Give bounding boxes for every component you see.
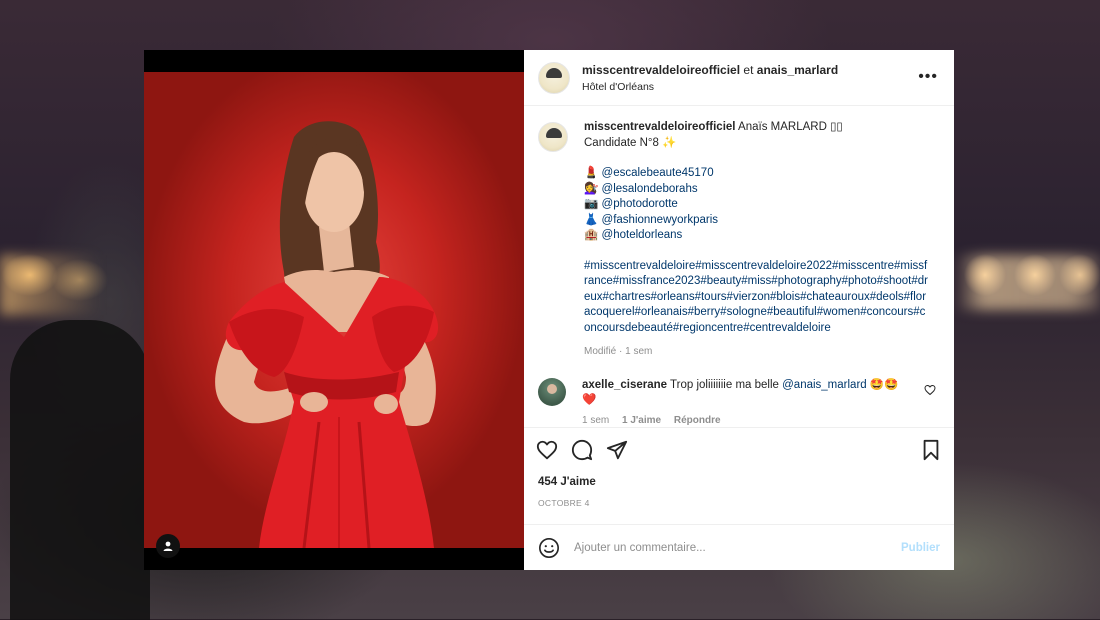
- comment-emojis: 🤩🤩: [869, 378, 899, 391]
- mention-link[interactable]: @photodorotte: [602, 198, 678, 210]
- comment-heart-emoji: ❤️: [582, 394, 597, 406]
- caption-tag-line: 💇‍♀️ @lesalondeborahs: [584, 182, 930, 198]
- mention-link[interactable]: @escalebeaute45170: [602, 167, 714, 179]
- caption-meta: Modifié · 1 sem: [584, 346, 653, 357]
- caption-candidate: Candidate N°8 ✨: [584, 136, 677, 149]
- caption-tag-line: 🏨 @hoteldorleans: [584, 228, 930, 244]
- caption-avatar[interactable]: [538, 122, 568, 152]
- background-figure: [10, 320, 150, 620]
- comment-bubble-icon[interactable]: [571, 439, 593, 461]
- comment-likes[interactable]: 1 J'aime: [622, 415, 661, 426]
- mention-link[interactable]: @lesalondeborahs: [602, 183, 698, 195]
- dress-icon: 👗: [584, 213, 599, 226]
- commenter-username[interactable]: axelle_ciserane: [582, 379, 667, 391]
- instagram-post-modal: misscentrevaldeloireofficiel et anais_ma…: [144, 50, 954, 570]
- post-photo-frame[interactable]: [144, 50, 524, 570]
- comment-item: axelle_ciserane Trop joliiiiiiie ma bell…: [538, 377, 940, 428]
- caption-tag-line: 💄 @escalebeaute45170: [584, 166, 930, 182]
- authors-conjunction: et: [743, 62, 754, 77]
- account-avatar[interactable]: [538, 61, 570, 94]
- post-date: OCTOBRE 4: [538, 498, 590, 508]
- like-count[interactable]: 454 J'aime: [524, 476, 954, 488]
- post-location[interactable]: Hôtel d'Orléans: [582, 81, 838, 93]
- caption-tag-line: 📷 @photodorotte: [584, 197, 930, 213]
- haircut-icon: 💇‍♀️: [584, 182, 599, 195]
- mention-link[interactable]: @hoteldorleans: [602, 229, 683, 241]
- comment-text: Trop joliiiiiiie ma belle: [670, 378, 779, 391]
- caption-title: Anaïs MARLARD ▯▯: [738, 121, 843, 133]
- post-photo[interactable]: [144, 72, 524, 548]
- comment-mention[interactable]: @anais_marlard: [782, 379, 867, 391]
- lipstick-icon: 💄: [584, 167, 599, 179]
- post-action-bar: [524, 428, 954, 472]
- hotel-icon: 🏨: [584, 229, 599, 241]
- like-comment-heart-icon[interactable]: [924, 384, 936, 396]
- more-horizontal-icon: •••: [918, 68, 938, 85]
- like-heart-icon[interactable]: [536, 439, 558, 461]
- coauthor-username[interactable]: anais_marlard: [757, 63, 838, 77]
- commenter-avatar[interactable]: [538, 377, 566, 406]
- author-username[interactable]: misscentrevaldeloireofficiel: [582, 63, 740, 77]
- caption-tag-line: 👗 @fashionnewyorkparis: [584, 213, 930, 229]
- emoji-smiley-icon[interactable]: [538, 537, 560, 559]
- post-side-panel: misscentrevaldeloireofficiel et anais_ma…: [524, 50, 954, 570]
- comments-section[interactable]: misscentrevaldeloireofficiel Anaïs MARLA…: [524, 106, 954, 428]
- user-icon: [163, 541, 173, 551]
- tagged-users-button[interactable]: [156, 534, 180, 558]
- comment-reply-button[interactable]: Répondre: [674, 415, 721, 426]
- more-options-button[interactable]: •••: [918, 68, 938, 86]
- post-header: misscentrevaldeloireofficiel et anais_ma…: [524, 50, 954, 106]
- comment-actions: 1 sem 1 J'aime Répondre: [582, 413, 912, 428]
- background-lights-left: [0, 255, 100, 315]
- publish-button[interactable]: Publier: [901, 542, 940, 554]
- save-bookmark-icon[interactable]: [920, 439, 942, 461]
- camera-icon: 📷: [584, 198, 599, 210]
- caption-username[interactable]: misscentrevaldeloireofficiel: [584, 121, 735, 133]
- post-authors: misscentrevaldeloireofficiel et anais_ma…: [582, 63, 838, 77]
- post-caption: misscentrevaldeloireofficiel Anaïs MARLA…: [538, 120, 940, 360]
- mention-link[interactable]: @fashionnewyorkparis: [602, 214, 719, 226]
- share-send-icon[interactable]: [606, 439, 628, 461]
- comment-time[interactable]: 1 sem: [582, 415, 609, 426]
- comment-input[interactable]: [572, 540, 902, 555]
- add-comment-bar: Publier: [524, 524, 954, 570]
- caption-hashtags[interactable]: #misscentrevaldeloire#misscentrevaldeloi…: [584, 259, 930, 337]
- background-lights-right: [955, 255, 1100, 310]
- portrait-woman-red-dress: [215, 121, 439, 548]
